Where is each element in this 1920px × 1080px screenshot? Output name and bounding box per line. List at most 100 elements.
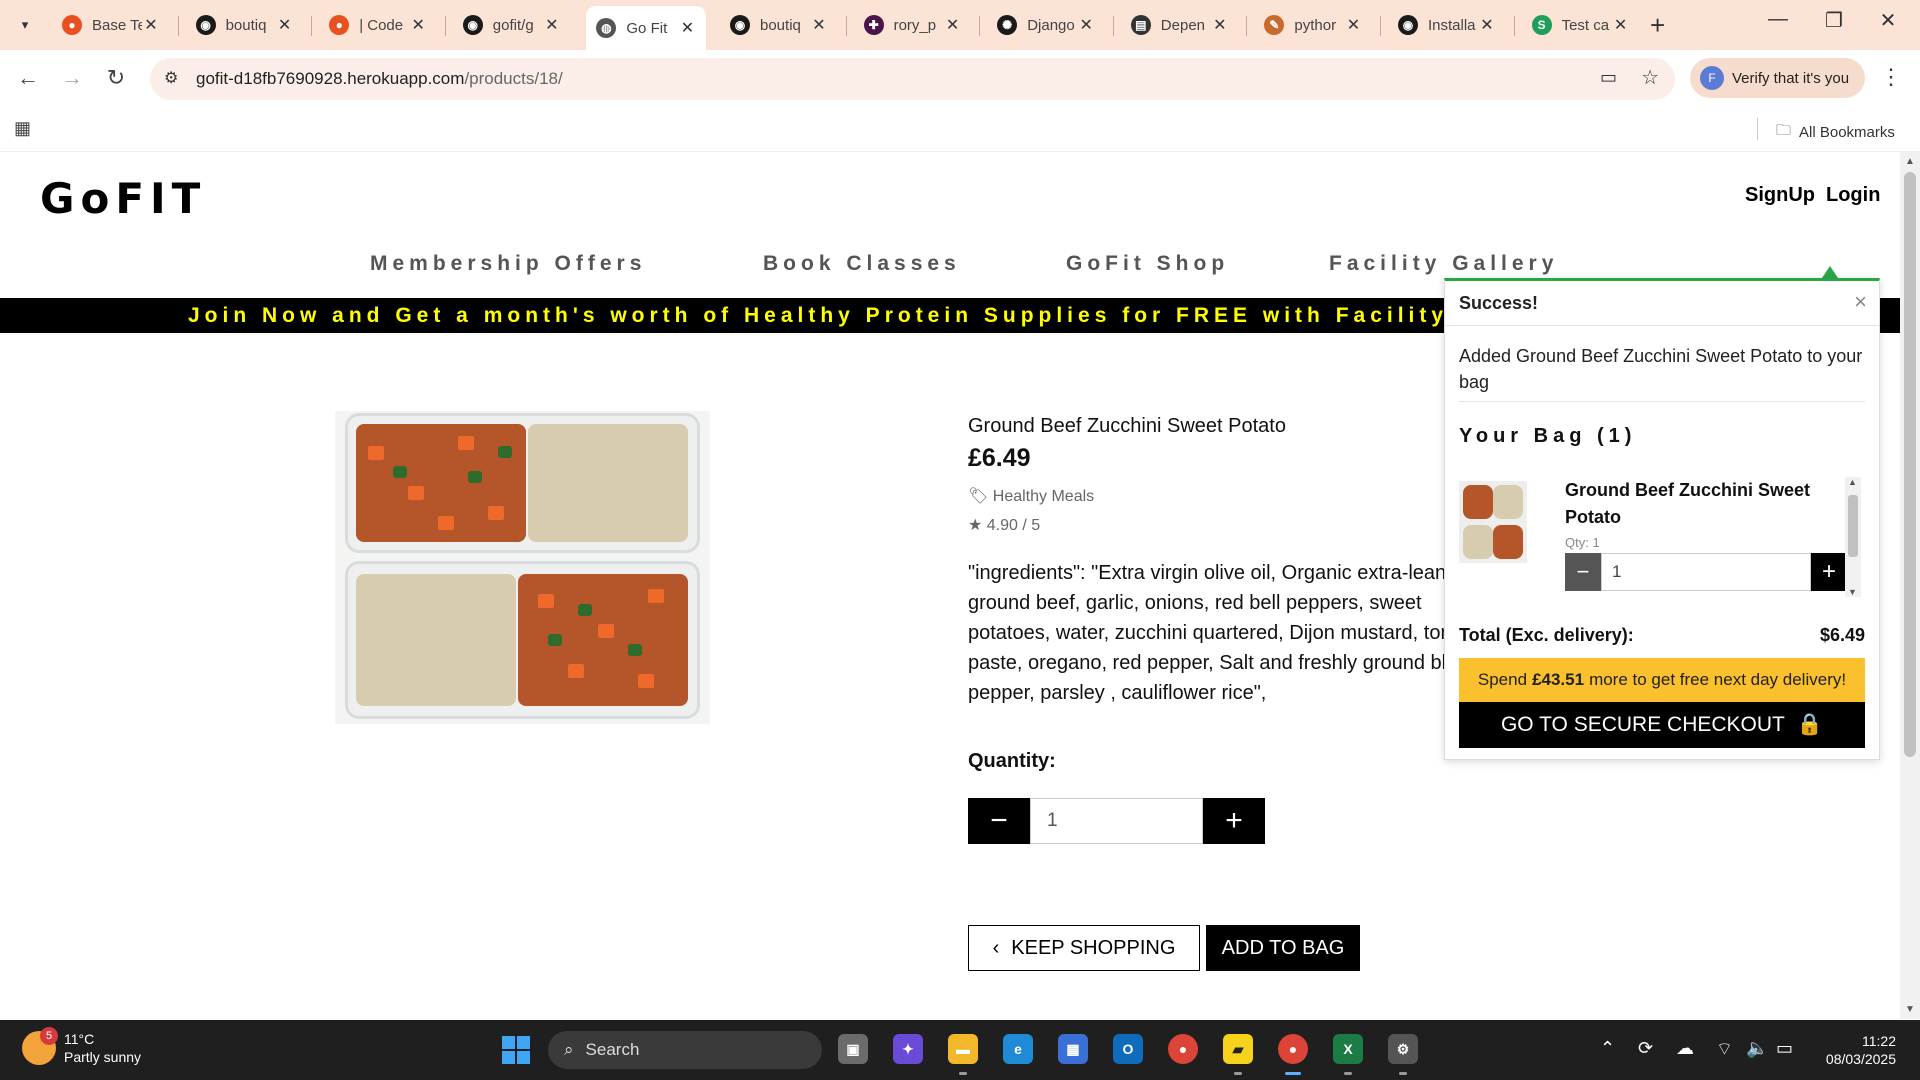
bag-quantity-input[interactable]: 1 [1601, 553, 1811, 591]
taskbar-search[interactable]: ⌕ Search [548, 1031, 822, 1069]
close-tab-icon[interactable]: ✕ [409, 15, 427, 35]
close-tab-icon[interactable]: ✕ [810, 15, 828, 35]
scroll-thumb[interactable] [1848, 495, 1858, 557]
weather-icon: 5 [22, 1027, 58, 1065]
close-tab-icon[interactable]: ✕ [142, 15, 160, 35]
browser-tab[interactable]: ◉ boutiq ✕ [720, 8, 838, 42]
bag-scrollbar[interactable]: ▲ ▼ [1845, 477, 1861, 597]
tab-title: Go Fit [626, 19, 668, 37]
bag-title: Your Bag (1) [1459, 425, 1637, 447]
table-icon: ▤ [1130, 15, 1151, 35]
browser-menu-icon[interactable]: ⋮ [1880, 64, 1902, 90]
bookmarks-bar: ▦ 🗀 All Bookmarks [0, 106, 1920, 152]
cloud-icon[interactable]: ☁ [1676, 1038, 1694, 1059]
chrome-icon[interactable]: ● [1168, 1034, 1198, 1064]
browser-tab[interactable]: ✺ Django ✕ [987, 8, 1105, 42]
running-indicator [1399, 1072, 1407, 1075]
scroll-up-icon[interactable]: ▲ [1905, 156, 1915, 167]
site-info-icon[interactable]: ⚙ [164, 68, 178, 88]
chevron-up-icon[interactable]: ⌃ [1600, 1038, 1615, 1059]
free-delivery-banner: Spend £43.51 more to get free next day d… [1459, 658, 1865, 702]
excel-icon[interactable]: X [1333, 1034, 1363, 1064]
category-label: Healthy Meals [992, 488, 1095, 505]
close-tab-icon[interactable]: ✕ [1612, 15, 1630, 35]
system-clock[interactable]: 11:22 08/03/2025 [1810, 1032, 1896, 1068]
page-scrollbar[interactable]: ▲ ▼ [1900, 152, 1920, 1019]
bag-increment-button[interactable]: + [1811, 553, 1847, 591]
product-price: £6.49 [968, 444, 1031, 472]
quantity-input[interactable]: 1 [1030, 798, 1203, 844]
chrome-profile-icon[interactable]: ● [1278, 1034, 1308, 1064]
sticky-notes-icon[interactable]: ▰ [1223, 1034, 1253, 1064]
nav-facility-gallery[interactable]: Facility Gallery [1329, 252, 1558, 276]
spend-suffix: more to get free next day delivery! [1589, 670, 1847, 689]
all-bookmarks-button[interactable]: 🗀 All Bookmarks [1776, 120, 1895, 145]
site-logo[interactable]: GoFIT [40, 174, 206, 223]
scroll-up-icon[interactable]: ▲ [1848, 477, 1857, 487]
scroll-down-icon[interactable]: ▼ [1848, 587, 1857, 597]
tab-search-dropdown-icon[interactable]: ▾ [12, 12, 38, 38]
bookmark-star-icon[interactable]: ☆ [1641, 65, 1659, 90]
close-tab-icon[interactable]: ✕ [944, 15, 962, 35]
secure-checkout-button[interactable]: GO TO SECURE CHECKOUT 🔒 [1459, 702, 1865, 748]
forward-icon[interactable]: → [56, 62, 88, 94]
browser-tab[interactable]: ● Base Te ✕ [52, 8, 170, 42]
profile-button[interactable]: F Verify that it's you [1690, 58, 1865, 98]
task-view-icon[interactable]: ▣ [838, 1034, 868, 1064]
browser-tab[interactable]: ◉ gofit/g ✕ [453, 8, 571, 42]
sync-icon[interactable]: ⟳ [1638, 1038, 1653, 1059]
volume-icon[interactable]: 🔈 [1746, 1038, 1768, 1059]
close-tab-icon[interactable]: ✕ [1478, 15, 1496, 35]
nav-gofit-shop[interactable]: GoFit Shop [1066, 252, 1229, 276]
decrement-quantity-button[interactable]: − [968, 798, 1030, 844]
browser-tab[interactable]: ◍ Go Fit ✕ [586, 6, 707, 50]
browser-tab[interactable]: ✎ pythor ✕ [1254, 8, 1372, 42]
copilot-icon[interactable]: ✦ [893, 1034, 923, 1064]
address-bar[interactable]: ⚙ gofit-d18fb7690928.herokuapp.com/produ… [150, 58, 1675, 100]
close-tab-icon[interactable]: ✕ [1077, 15, 1095, 35]
scroll-thumb[interactable] [1904, 172, 1916, 757]
login-link[interactable]: Login [1826, 184, 1880, 207]
reload-icon[interactable]: ↻ [100, 62, 132, 94]
url-text[interactable]: gofit-d18fb7690928.herokuapp.com/product… [196, 69, 563, 89]
close-icon[interactable]: × [1854, 289, 1867, 315]
nav-book-classes[interactable]: Book Classes [763, 252, 961, 276]
product-category[interactable]: 🏷 Healthy Meals [968, 486, 1094, 506]
minimize-icon[interactable]: — [1758, 8, 1798, 31]
browser-tab[interactable]: S Test ca ✕ [1522, 8, 1640, 42]
file-explorer-icon[interactable]: ▬ [948, 1034, 978, 1064]
bag-decrement-button[interactable]: − [1565, 553, 1601, 591]
close-tab-icon[interactable]: ✕ [543, 15, 561, 35]
outlook-icon[interactable]: O [1113, 1034, 1143, 1064]
increment-quantity-button[interactable]: + [1203, 798, 1265, 844]
maximize-icon[interactable]: ❐ [1814, 8, 1854, 33]
windows-start-icon[interactable] [502, 1036, 530, 1064]
new-tab-button[interactable]: + [1650, 10, 1665, 41]
close-tab-icon[interactable]: ✕ [1211, 15, 1229, 35]
apps-grid-icon[interactable]: ▦ [14, 118, 31, 139]
close-tab-icon[interactable]: ✕ [276, 15, 294, 35]
quantity-label: Quantity: [968, 750, 1056, 772]
wifi-icon[interactable]: ⌔ [1716, 1038, 1733, 1061]
weather-widget[interactable]: 5 11°C Partly sunny [22, 1027, 141, 1066]
browser-tab[interactable]: ◉ Installa ✕ [1388, 8, 1506, 42]
keep-shopping-button[interactable]: ‹ KEEP SHOPPING [968, 925, 1200, 971]
browser-tab[interactable]: ● | Code ✕ [319, 8, 437, 42]
close-tab-icon[interactable]: ✕ [1344, 15, 1362, 35]
payment-card-icon[interactable]: ▭ [1600, 67, 1617, 88]
signup-link[interactable]: SignUp [1745, 184, 1815, 207]
edge-icon[interactable]: e [1003, 1034, 1033, 1064]
settings-icon[interactable]: ⚙ [1388, 1034, 1418, 1064]
add-to-bag-button[interactable]: ADD TO BAG [1206, 925, 1360, 971]
running-indicator [959, 1072, 967, 1075]
nav-membership-offers[interactable]: Membership Offers [370, 252, 646, 276]
browser-tab[interactable]: ◉ boutiq ✕ [186, 8, 304, 42]
browser-tab[interactable]: ▤ Depen ✕ [1121, 8, 1239, 42]
battery-icon[interactable]: ▭ [1776, 1038, 1793, 1059]
close-window-icon[interactable]: ✕ [1868, 8, 1908, 33]
close-tab-icon[interactable]: ✕ [678, 18, 696, 38]
scroll-down-icon[interactable]: ▼ [1905, 1004, 1915, 1015]
browser-tab[interactable]: ✚ rory_p ✕ [854, 8, 972, 42]
back-icon[interactable]: ← [12, 62, 44, 94]
store-icon[interactable]: ▦ [1058, 1034, 1088, 1064]
